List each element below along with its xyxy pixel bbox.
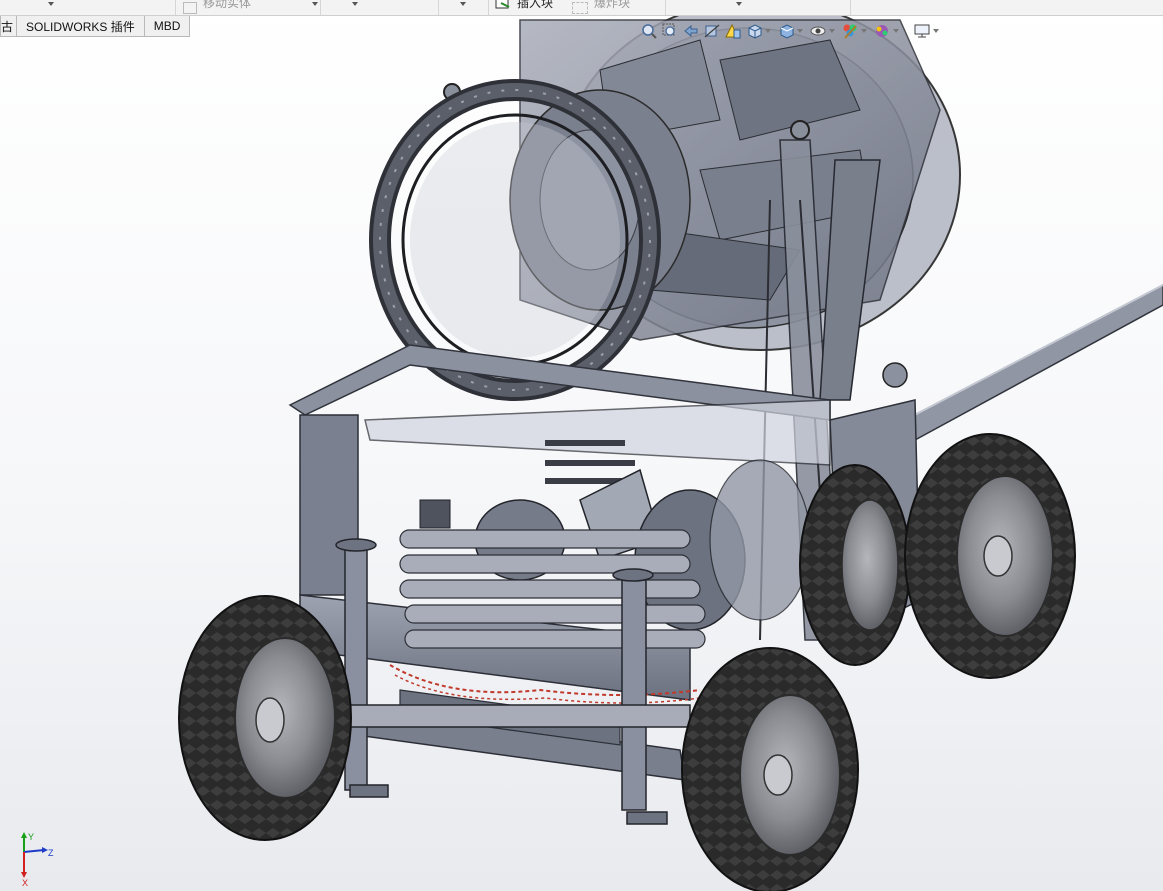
- command-manager-tabs: 古 SOLIDWORKS 插件 MBD: [0, 16, 191, 37]
- tab-label: 古: [1, 19, 14, 34]
- move-body-command[interactable]: 移动实体: [183, 0, 251, 15]
- hide-show-items-icon[interactable]: [809, 22, 827, 40]
- chevron-down-icon[interactable]: [765, 29, 771, 33]
- triad-y-label: Y: [28, 832, 34, 842]
- model-snow-cannon-cart[interactable]: [0, 0, 1163, 891]
- dynamic-annotation-icon[interactable]: [724, 22, 742, 40]
- heads-up-view-toolbar: [640, 19, 942, 43]
- tab-solidworks-addins[interactable]: SOLIDWORKS 插件: [16, 16, 145, 37]
- insert-block-label: 插入块: [517, 0, 554, 10]
- chevron-down-icon[interactable]: [861, 29, 867, 33]
- move-body-icon: [183, 1, 197, 14]
- tab-label: SOLIDWORKS 插件: [26, 19, 135, 34]
- chevron-down-icon[interactable]: [312, 2, 318, 6]
- display-style-icon[interactable]: [777, 22, 795, 40]
- chevron-down-icon[interactable]: [352, 2, 358, 6]
- move-body-label: 移动实体: [203, 0, 252, 10]
- wheel-rear-left: [178, 595, 352, 841]
- reference-triad: Y Z X: [21, 832, 54, 886]
- view-settings-icon[interactable]: [913, 22, 931, 40]
- explode-block-command[interactable]: 爆炸块: [572, 0, 630, 15]
- chevron-down-icon[interactable]: [797, 29, 803, 33]
- chevron-down-icon[interactable]: [893, 29, 899, 33]
- triad-z-label: Z: [48, 848, 54, 858]
- wheel-front-left: [681, 647, 859, 891]
- previous-view-icon[interactable]: [682, 22, 700, 40]
- graphics-area[interactable]: 移动实体 插入块 爆炸块 古 SOLIDWORKS 插件 MBD Y Z X: [0, 0, 1163, 891]
- tab-cut-off[interactable]: 古: [0, 16, 18, 37]
- tab-label: MBD: [153, 19, 181, 33]
- tab-mbd[interactable]: MBD: [143, 16, 191, 37]
- explode-block-icon: [572, 1, 588, 14]
- tow-bar: [903, 284, 1163, 442]
- explode-block-label: 爆炸块: [594, 0, 631, 10]
- insert-block-icon: [495, 0, 510, 8]
- apply-scene-icon[interactable]: [873, 22, 891, 40]
- coil-pipes: [399, 529, 706, 649]
- chevron-down-icon[interactable]: [48, 2, 54, 6]
- section-view-icon[interactable]: [703, 22, 721, 40]
- wheel-rear-right: [799, 464, 911, 666]
- chevron-down-icon[interactable]: [829, 29, 835, 33]
- insert-block-command[interactable]: 插入块: [495, 0, 553, 15]
- chevron-down-icon[interactable]: [933, 29, 939, 33]
- edit-appearance-icon[interactable]: [841, 22, 859, 40]
- nozzle-ring: [369, 79, 661, 401]
- zoom-to-fit-icon[interactable]: [640, 22, 658, 40]
- chevron-down-icon[interactable]: [736, 2, 742, 6]
- view-orientation-icon[interactable]: [745, 22, 763, 40]
- wheel-front-right: [904, 433, 1076, 679]
- zoom-to-area-icon[interactable]: [661, 22, 679, 40]
- triad-x-label: X: [22, 878, 28, 886]
- command-manager-strip: 移动实体 插入块 爆炸块: [0, 0, 1163, 16]
- triad-z-axis: [23, 849, 45, 853]
- chevron-down-icon[interactable]: [460, 2, 466, 6]
